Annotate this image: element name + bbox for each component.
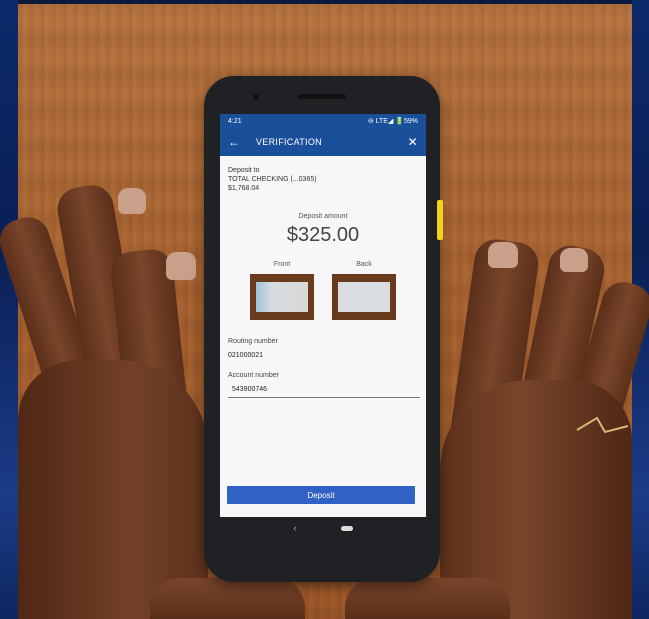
deposit-to-label: Deposit to [228,167,260,174]
check-images: Front Back [228,261,418,320]
status-indicators: ⊖ LTE◢ 🔋59% [367,118,418,125]
nav-back-icon[interactable]: ‹ [294,523,297,533]
account-number-label: Account number [228,372,279,379]
check-back[interactable]: Back [332,261,396,320]
deposit-amount-value: $325.00 [286,224,360,246]
right-nail [560,248,588,272]
verification-content: Deposit to TOTAL CHECKING (...0365) $1,7… [220,156,426,398]
check-front-image[interactable] [250,274,314,320]
routing-number-label: Routing number [228,338,278,345]
routing-number-value: 021000021 [228,352,264,359]
deposit-account: TOTAL CHECKING (...0365) [228,176,317,183]
close-icon[interactable]: ✕ [408,135,418,149]
left-nail [118,188,146,214]
status-time: 4:21 [228,117,242,125]
check-back-image[interactable] [332,274,396,320]
right-nail [488,242,518,268]
deposit-amount-label: Deposit amount [298,213,348,220]
front-camera [253,94,259,100]
page-title: VERIFICATION [256,137,322,147]
earpiece-speaker [298,94,346,99]
account-number-field[interactable]: 543900746 [228,386,420,398]
android-nav-bar: ‹ [220,518,426,538]
account-balance: $1,768.04 [228,185,260,192]
nav-home-icon[interactable] [340,525,353,531]
right-thumb [345,578,510,619]
left-border [0,0,18,619]
check-front-label: Front [273,261,291,268]
status-bar: 4:21 ⊖ LTE◢ 🔋59% [220,114,426,128]
phone-power-button [437,200,443,240]
check-front[interactable]: Front [250,261,314,320]
app-bar: ← VERIFICATION ✕ [220,128,426,156]
deposit-button[interactable]: Deposit [227,486,415,504]
ring-icon [576,416,629,434]
left-nail [166,252,196,280]
phone-screen: 4:21 ⊖ LTE◢ 🔋59% ← VERIFICATION ✕ Deposi… [220,114,426,517]
left-thumb [150,578,305,619]
check-back-label: Back [356,261,372,268]
back-arrow-icon[interactable]: ← [228,135,244,149]
